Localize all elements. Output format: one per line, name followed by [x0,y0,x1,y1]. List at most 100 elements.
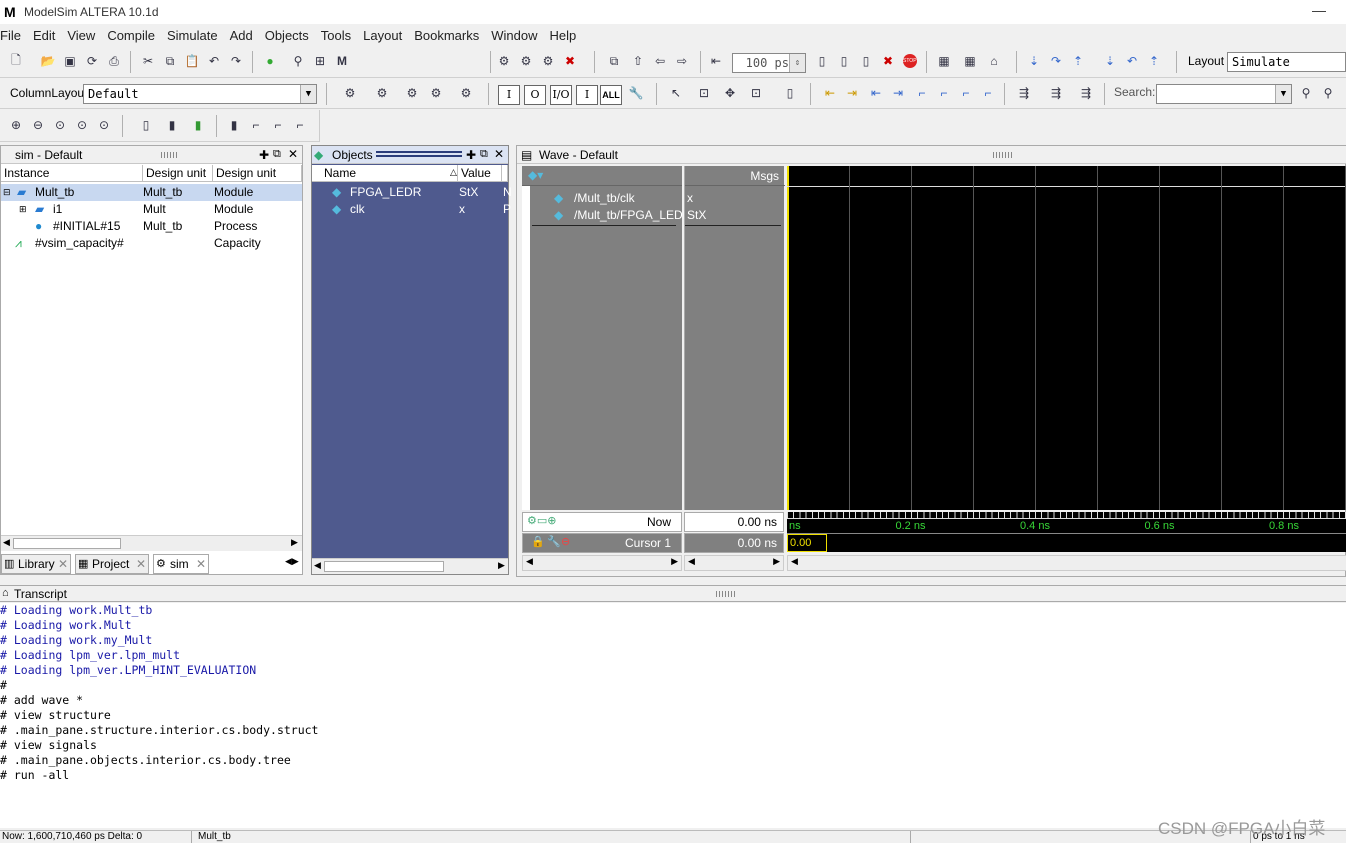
cursor-prev-icon[interactable]: ⇤ [820,83,840,103]
layout-select[interactable]: Simulate [1227,52,1346,72]
tab-scroll-icon[interactable]: ◀▶ [285,556,299,567]
menu-simulate[interactable]: Simulate [167,28,224,43]
search-prev-icon[interactable]: ⚲ [1296,83,1316,103]
menu-edit[interactable]: Edit [33,28,61,43]
redo-icon[interactable]: ↷ [226,51,246,71]
now-tools-icon[interactable]: ⚙▭⊕ [527,514,556,527]
col-value[interactable]: Value [458,165,502,182]
pointer-icon[interactable]: ↖ [666,83,686,103]
wave-signal-row[interactable]: ◆ /Mult_tb/FPGA_LEDR [532,207,691,224]
close-icon[interactable]: ✕ [494,147,504,161]
cursor-delete-icon[interactable]: ⊖ [561,535,570,548]
any-edge-icon[interactable]: ⌐ [956,83,976,103]
filter-all-button[interactable]: ALL [600,85,622,105]
collapse-icon[interactable]: ⇶ [1046,83,1066,103]
list-item[interactable]: ◆ FPGA_LEDR StX N [312,184,512,201]
edit-mode-icon[interactable]: ⊡ [746,83,766,103]
wave-export-icon[interactable]: ⚙ [456,83,476,103]
cursor-time-tag[interactable]: 0.00 ns [787,534,827,565]
col-kind[interactable] [502,165,508,182]
column-green-icon[interactable]: ▮ [188,115,208,135]
h-scrollbar[interactable]: ◀ [787,555,1346,571]
table-row[interactable]: ● #INITIAL#15 Mult_tb Process [1,218,302,235]
wave-edit-icon[interactable]: ⚙ [402,83,422,103]
wave-tool-icon[interactable]: ⚙ [340,83,360,103]
step-out-icon[interactable]: ⇡ [1068,51,1088,71]
search-input[interactable]: ▼ [1156,84,1292,104]
step-back-icon[interactable]: ⇣ [1100,51,1120,71]
wrench-icon[interactable]: 🔧 [626,83,646,103]
save-icon[interactable]: ▣ [60,51,80,71]
zoom-in-icon[interactable]: ⊕ [6,115,26,135]
cursor-edit-icon[interactable]: 🔧 [547,535,561,548]
expand-icon[interactable]: ⇶ [1014,83,1034,103]
table-row[interactable]: ⊟ ▰ Mult_tb Mult_tb Module [1,184,302,201]
menu-help[interactable]: Help [549,28,582,43]
expand-icon[interactable]: ⊞ [19,201,27,218]
zoom-full-icon[interactable]: ⊙ [50,115,70,135]
step-into-icon[interactable]: ⇣ [1024,51,1044,71]
step-over-icon[interactable]: ↷ [1046,51,1066,71]
wave-layers-icon[interactable]: ◆▾ [528,168,543,182]
edge-next-icon[interactable]: ⇥ [888,83,908,103]
continue-icon[interactable]: ▯ [834,51,854,71]
menu-add[interactable]: Add [230,28,259,43]
restart-icon[interactable]: ⇤ [706,51,726,71]
zoom-out-icon[interactable]: ⊖ [28,115,48,135]
list-item[interactable]: ◆ clk x P [312,201,511,218]
cursor-lock-icon[interactable]: 🔒 [531,535,545,548]
wave-signal-row[interactable]: ◆ /Mult_tb/clk [532,190,682,207]
insert-cursor-icon[interactable]: ▯ [780,83,800,103]
column-layout-select[interactable]: Default ▼ [83,84,317,104]
memory-icon[interactable]: ▦ [960,51,980,71]
dock-icon[interactable]: ✚ [259,148,269,162]
simulate-icon[interactable]: ⚙ [538,51,558,71]
run-length-input[interactable]: 100 ps ⇕ [732,53,806,73]
back-arrow-icon[interactable]: ⇦ [650,51,670,71]
close-icon[interactable]: ✕ [58,555,68,573]
col-name[interactable]: Name [312,165,458,182]
performance-icon[interactable]: ▦ [934,51,954,71]
run-length-spinner-icon[interactable]: ⇕ [789,54,805,72]
h-scrollbar[interactable]: ◀ ▶ [684,555,784,571]
wave-fall-icon[interactable]: ⌐ [290,115,310,135]
up-arrow-icon[interactable]: ⇧ [628,51,648,71]
run-all-icon[interactable]: ▯ [856,51,876,71]
break-icon[interactable]: ✖ [560,51,580,71]
column-icon[interactable]: ▯ [136,115,156,135]
any-edge-next-icon[interactable]: ⌐ [978,83,998,103]
cursor-line[interactable] [787,166,789,510]
combine-icon[interactable]: ⇶ [1076,83,1096,103]
menu-tools[interactable]: Tools [321,28,357,43]
sort-icon[interactable]: △ [450,167,457,178]
filter-out-button[interactable]: O [524,85,546,105]
undock-icon[interactable]: ⧉ [480,148,488,161]
dock-icon[interactable]: ✚ [466,148,476,162]
menu-layout[interactable]: Layout [363,28,408,43]
menu-window[interactable]: Window [491,28,543,43]
close-icon[interactable]: ✕ [288,147,298,161]
stop-icon[interactable]: STOP [900,51,920,71]
table-row[interactable]: ⩘ #vsim_capacity# Capacity [1,235,302,252]
menu-bookmarks[interactable]: Bookmarks [414,28,485,43]
search-next-icon[interactable]: ⚲ [1318,83,1338,103]
cursor-row-label[interactable]: 🔒 🔧 ⊖ Cursor 1 [522,533,682,553]
compile-all-icon[interactable]: ⚙ [516,51,536,71]
run-icon[interactable]: ▯ [812,51,832,71]
tab-library[interactable]: ▥ Library ✕ [1,554,71,574]
close-icon[interactable]: ✕ [136,555,146,573]
transcript-console[interactable]: # Loading work.Mult_tb # Loading work.Mul… [0,603,1346,828]
filter-inout-button[interactable]: I/O [550,85,572,105]
falling-edge-icon[interactable]: ⌐ [912,83,932,103]
add-icon[interactable]: ● [260,51,280,71]
profile-icon[interactable]: ⌂ [984,51,1004,71]
collapse-icon[interactable]: ⊟ [3,184,11,201]
modelsim-icon[interactable]: M [332,51,352,71]
column-fill-icon[interactable]: ▮ [162,115,182,135]
zoom-range-icon[interactable]: ⊙ [94,115,114,135]
new-file-icon[interactable]: 🗋 [6,51,26,71]
forward-arrow-icon[interactable]: ⇨ [672,51,692,71]
step-icon[interactable]: ⧉ [604,51,624,71]
wave-rise-icon[interactable]: ⌐ [268,115,288,135]
wave-black-icon[interactable]: ▮ [224,115,244,135]
